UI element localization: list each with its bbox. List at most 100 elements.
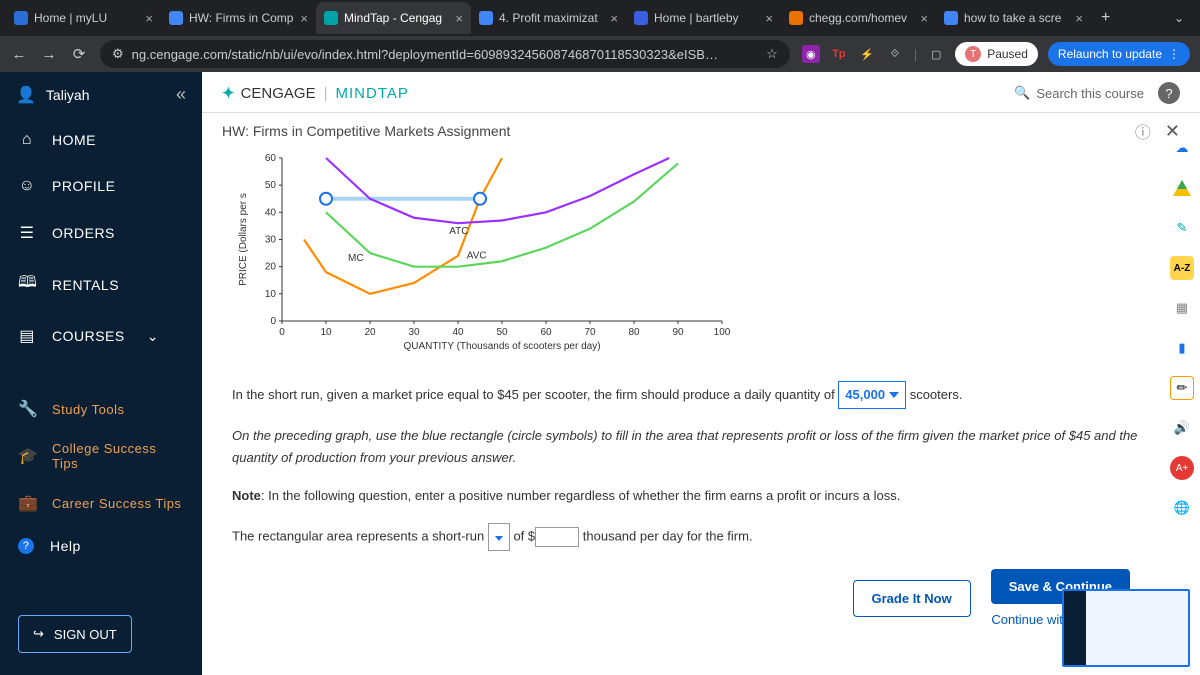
orders-icon: ☰ [18, 223, 36, 243]
note-text: Note: In the following question, enter a… [232, 485, 1170, 507]
cengage-logo-icon: ✦ [222, 84, 235, 102]
briefcase-icon: 💼 [18, 493, 36, 513]
user-icon: 👤 [16, 85, 36, 105]
favicon [14, 11, 28, 25]
close-tab-icon[interactable]: × [455, 11, 463, 26]
az-icon[interactable]: A-Z [1170, 256, 1194, 280]
cost-curves-chart[interactable]: 01020304050600102030405060708090100QUANT… [232, 153, 732, 363]
wrench-icon: 🔧 [18, 399, 36, 419]
rentals-icon: 🕮 [18, 271, 36, 298]
extension-icon[interactable]: ◉ [802, 45, 820, 63]
sidebar-item-courses[interactable]: ▤COURSES⌄ [0, 312, 202, 360]
aplus-icon[interactable]: A+ [1170, 456, 1194, 480]
content-header: ✦ CENGAGE | MINDTAP 🔍Search this course … [202, 72, 1200, 113]
help-bubble-icon[interactable]: ? [1158, 82, 1180, 104]
search-icon: 🔍 [1014, 85, 1030, 101]
sidebar-item-profile[interactable]: ☺PROFILE [0, 163, 202, 209]
cloud-icon[interactable]: ☁ [1170, 136, 1194, 160]
close-tab-icon[interactable]: × [765, 11, 773, 26]
close-tab-icon[interactable]: × [1075, 11, 1083, 26]
profile-paused[interactable]: TPaused [955, 42, 1038, 66]
browser-tab[interactable]: Home | myLU× [6, 2, 161, 34]
svg-text:90: 90 [672, 327, 684, 338]
reload-icon[interactable]: ⟳ [70, 45, 88, 63]
svg-text:30: 30 [265, 235, 277, 246]
assignment-title: HW: Firms in Competitive Markets Assignm… [222, 123, 510, 139]
svg-text:AVC: AVC [467, 251, 487, 262]
tab-title: Home | bartleby [654, 11, 759, 25]
page-thumbnail[interactable] [1062, 589, 1190, 667]
browser-tab[interactable]: chegg.com/homev× [781, 2, 936, 34]
relaunch-button[interactable]: Relaunch to update⋮ [1048, 42, 1190, 66]
chevron-down-icon [495, 536, 503, 541]
new-tab-button[interactable]: + [1091, 9, 1120, 27]
chevron-down-icon [889, 392, 899, 398]
favicon [479, 11, 493, 25]
grade-button[interactable]: Grade It Now [853, 580, 971, 617]
svg-text:ATC: ATC [449, 226, 468, 237]
extensions-menu-icon[interactable]: ⟐ [886, 45, 904, 63]
browser-tab[interactable]: Home | bartleby × [626, 2, 781, 34]
close-tab-icon[interactable]: × [145, 11, 153, 26]
amount-input[interactable] [535, 527, 579, 547]
sidebar-item-home[interactable]: ⌂HOME [0, 117, 202, 163]
bookmark-icon[interactable]: ☆ [766, 46, 778, 62]
home-icon: ⌂ [18, 131, 36, 149]
sidebar-item-help[interactable]: ?Help [0, 524, 202, 568]
question-2-instruction: On the preceding graph, use the blue rec… [232, 425, 1170, 469]
svg-text:50: 50 [265, 180, 277, 191]
svg-text:50: 50 [496, 327, 508, 338]
close-tab-icon[interactable]: × [300, 11, 308, 26]
help-icon: ? [18, 538, 34, 554]
address-bar[interactable]: ⚙ ng.cengage.com/static/nb/ui/evo/index.… [100, 40, 790, 68]
course-search[interactable]: 🔍Search this course [1014, 85, 1144, 101]
audio-icon[interactable]: 🔊 [1170, 416, 1194, 440]
globe-icon[interactable]: 🌐 [1170, 496, 1194, 520]
tab-title: MindTap - Cengag [344, 11, 449, 25]
collapse-sidebar-icon[interactable]: « [176, 84, 186, 105]
sidebar-item-rentals[interactable]: 🕮RENTALS [0, 257, 202, 312]
action-buttons: Grade It Now Save & Continue Continue wi… [232, 569, 1170, 627]
sidebar-item-college-tips[interactable]: 🎓College Success Tips [0, 430, 202, 482]
user-name: Taliyah [46, 87, 166, 103]
favicon [324, 11, 338, 25]
browser-tab[interactable]: how to take a scre× [936, 2, 1091, 34]
extension-icon[interactable]: Tp [830, 45, 848, 63]
tab-list-icon[interactable]: ⌄ [1164, 11, 1194, 25]
profile-icon: ☺ [18, 177, 36, 195]
notebook-icon[interactable]: ▦ [1170, 296, 1194, 320]
forward-icon[interactable]: → [40, 46, 58, 63]
svg-text:70: 70 [584, 327, 596, 338]
svg-text:QUANTITY (Thousands of scooter: QUANTITY (Thousands of scooters per day) [403, 341, 600, 352]
book-icon[interactable]: ▮ [1170, 336, 1194, 360]
quantity-dropdown[interactable]: 45,000 [838, 381, 906, 409]
browser-tab[interactable]: 4. Profit maximizat × [471, 2, 626, 34]
sign-out-button[interactable]: ↪SIGN OUT [18, 615, 132, 653]
courses-icon: ▤ [18, 326, 36, 346]
assignment-body: 01020304050600102030405060708090100QUANT… [202, 153, 1200, 675]
svg-text:40: 40 [452, 327, 464, 338]
back-icon[interactable]: ← [10, 46, 28, 63]
chevron-down-icon: ⌄ [147, 328, 159, 345]
svg-text:100: 100 [714, 327, 731, 338]
sidebar-item-study-tools[interactable]: 🔧Study Tools [0, 388, 202, 430]
close-tab-icon[interactable]: × [610, 11, 618, 26]
notes-icon[interactable]: ✏ [1170, 376, 1194, 400]
sidepanel-icon[interactable]: ▢ [927, 45, 945, 63]
sidebar-item-orders[interactable]: ☰ORDERS [0, 209, 202, 257]
close-tab-icon[interactable]: × [920, 11, 928, 26]
svg-text:60: 60 [540, 327, 552, 338]
extension-icon[interactable]: ⚡ [858, 45, 876, 63]
site-settings-icon[interactable]: ⚙ [112, 46, 124, 62]
browser-tab[interactable]: HW: Firms in Comp× [161, 2, 316, 34]
svg-text:60: 60 [265, 153, 277, 164]
tab-title: 4. Profit maximizat [499, 11, 604, 25]
favicon [169, 11, 183, 25]
sidebar-item-career-tips[interactable]: 💼Career Success Tips [0, 482, 202, 524]
profit-loss-dropdown[interactable] [488, 523, 510, 551]
svg-text:80: 80 [628, 327, 640, 338]
highlighter-icon[interactable]: ✎ [1170, 216, 1194, 240]
info-icon[interactable]: ⓘ [1135, 119, 1151, 143]
drive-icon[interactable] [1170, 176, 1194, 200]
browser-tab[interactable]: MindTap - Cengag × [316, 2, 471, 34]
